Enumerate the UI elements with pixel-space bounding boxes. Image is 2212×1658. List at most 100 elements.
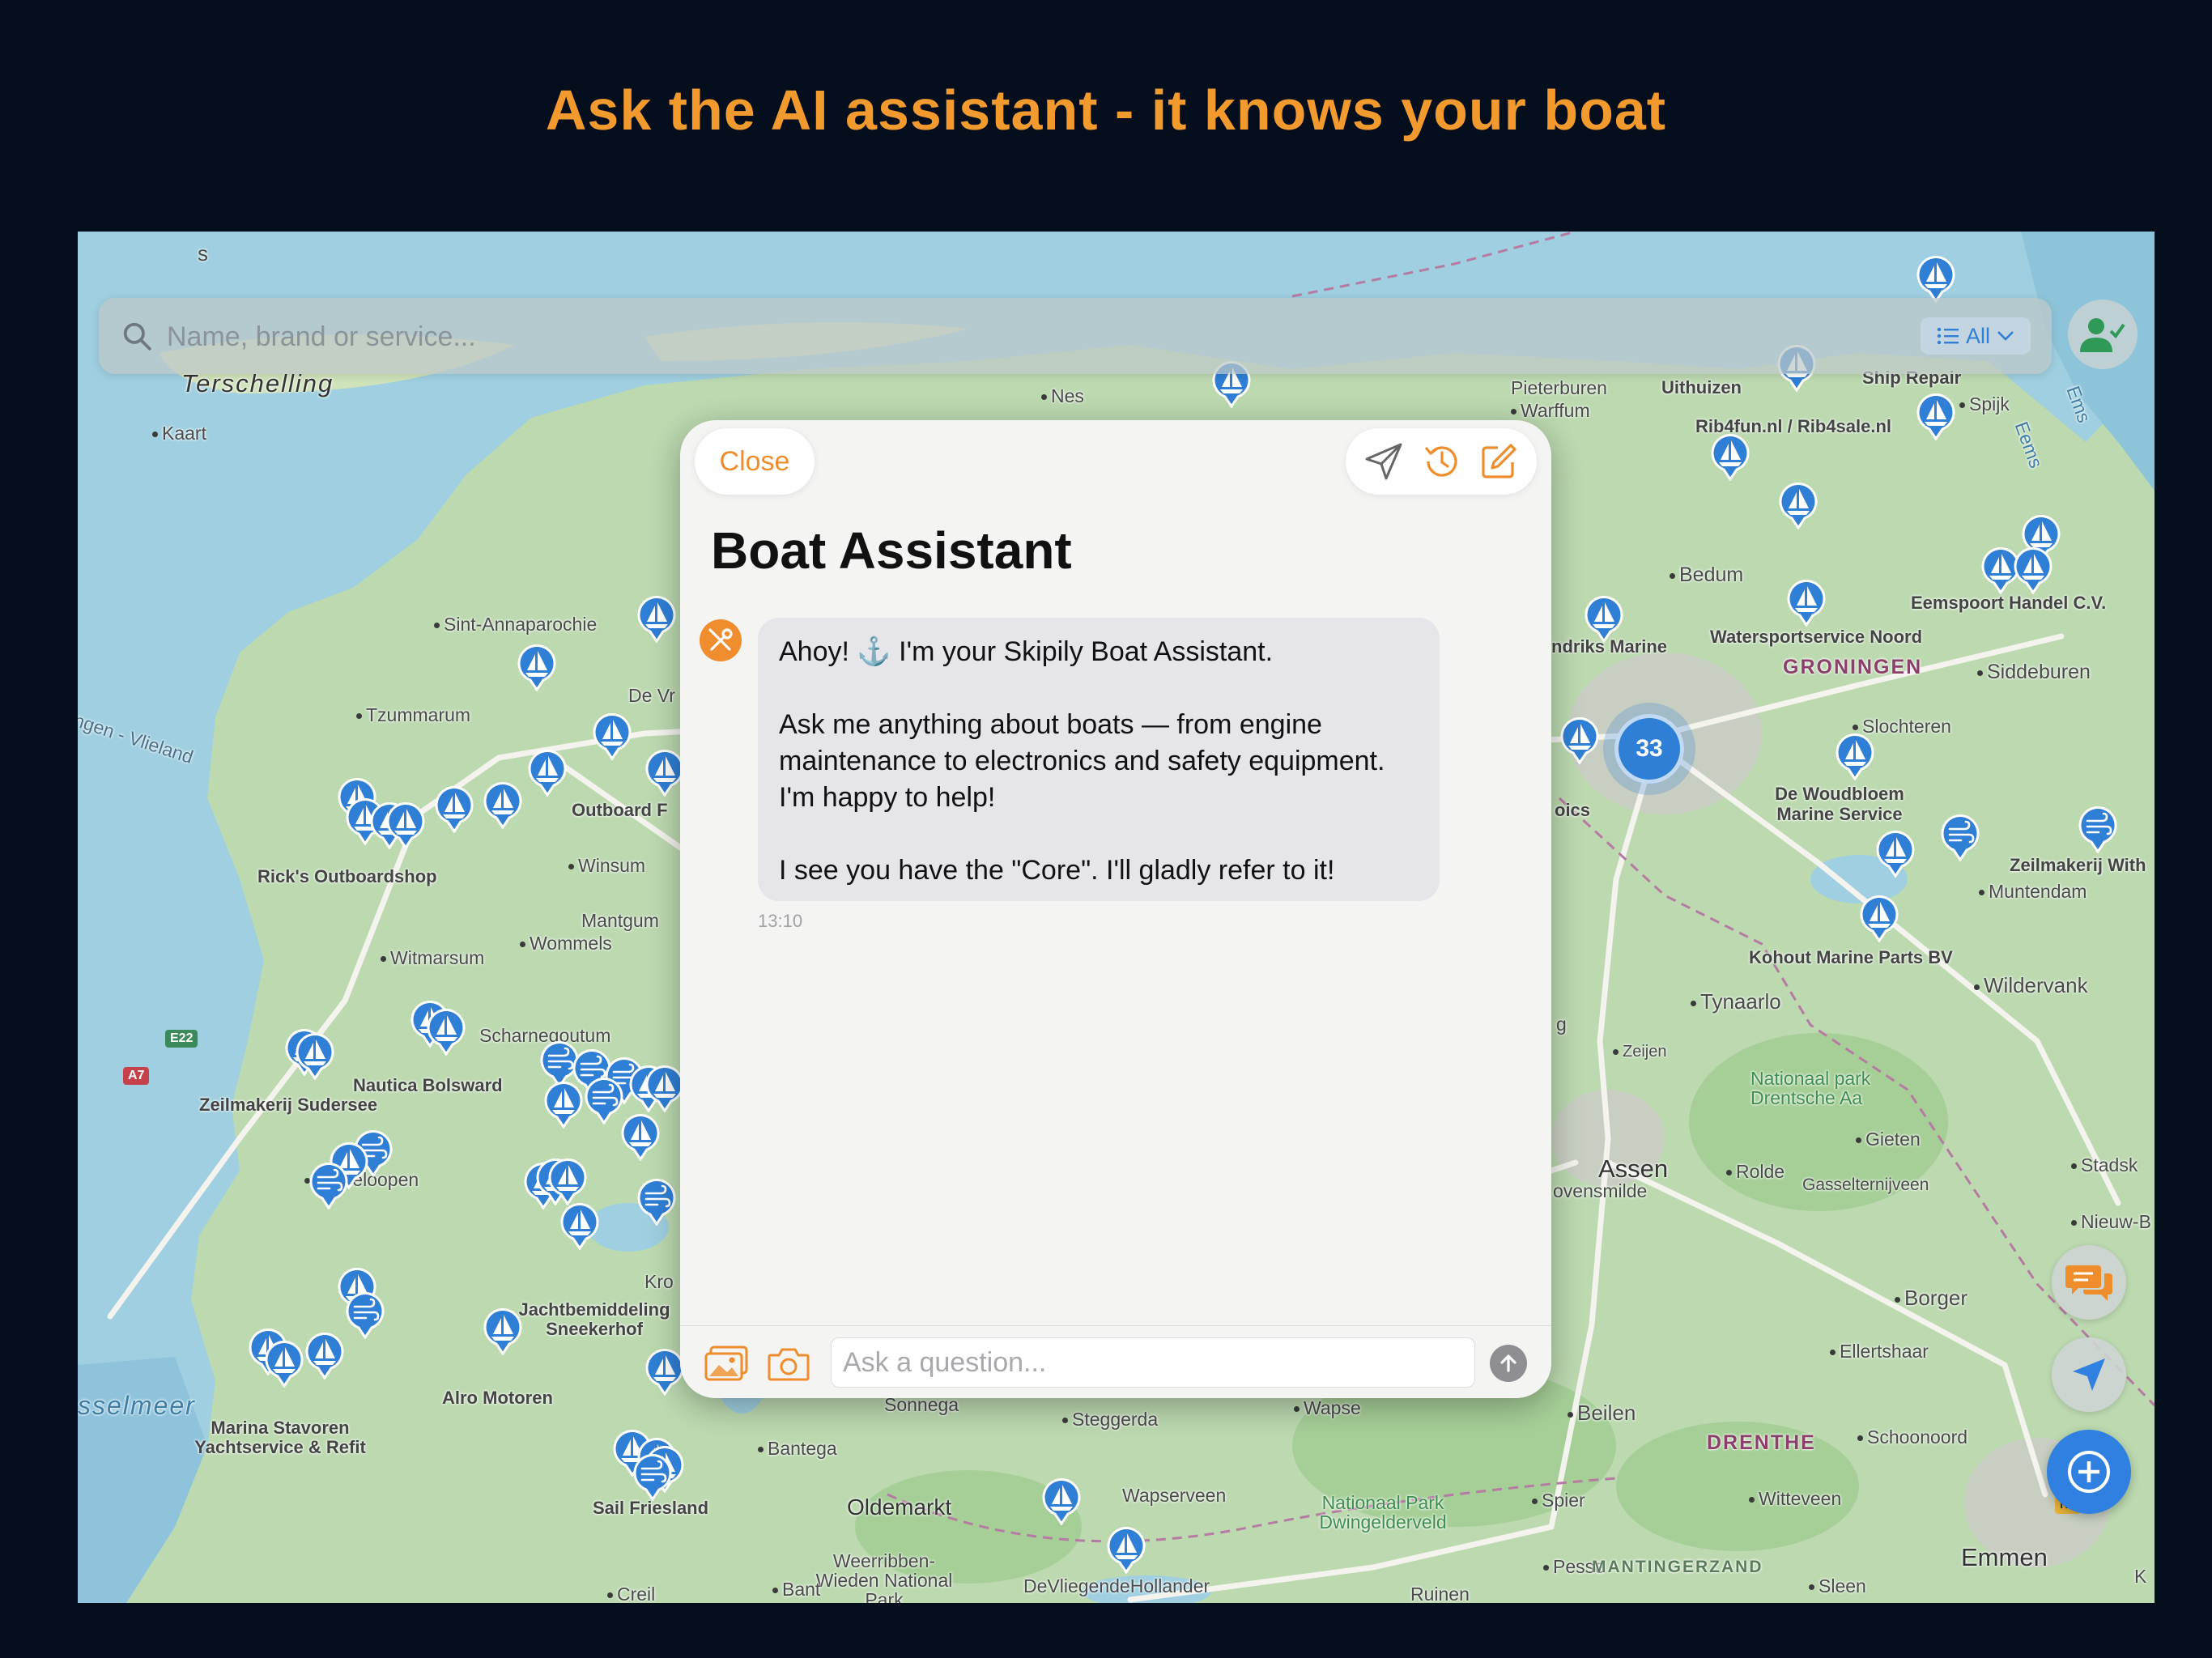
list-icon: [1937, 327, 1959, 345]
close-button[interactable]: Close: [695, 428, 815, 495]
sailboat-icon[interactable]: [547, 1158, 588, 1205]
map-label: GRONINGEN: [1783, 656, 1923, 678]
share-button[interactable]: [1359, 437, 1408, 486]
search-bar: All: [99, 298, 2052, 374]
map-label: oics: [1555, 800, 1591, 820]
sailboat-icon[interactable]: [1559, 717, 1600, 764]
map-label: Creil: [607, 1584, 655, 1603]
wind-icon[interactable]: [632, 1454, 673, 1501]
map-label: Eemspoort Handel C.V.: [1911, 593, 2107, 613]
wind-icon[interactable]: [1940, 814, 1980, 861]
sailboat-icon[interactable]: [1041, 1478, 1082, 1525]
wind-icon[interactable]: [2078, 806, 2118, 853]
filter-button[interactable]: All: [1921, 317, 2031, 355]
locate-button[interactable]: [2052, 1337, 2126, 1412]
sailboat-icon[interactable]: [264, 1341, 304, 1388]
photo-icon: [704, 1346, 748, 1381]
map-label: Watersportservice Noord: [1710, 627, 1923, 647]
app-screen: s Terschelling Kaart Nes Pieterburen War…: [78, 232, 2155, 1603]
sailboat-icon[interactable]: [483, 782, 523, 829]
sailboat-icon[interactable]: [304, 1333, 345, 1380]
sailboat-icon[interactable]: [527, 750, 568, 797]
map-label: Bedum: [1670, 563, 1743, 587]
sailboat-icon[interactable]: [434, 786, 474, 833]
map-label: Nes: [1041, 385, 1084, 407]
sailboat-icon[interactable]: [1859, 895, 1899, 942]
message-intro: Ask me anything about boats — from engin…: [779, 709, 1385, 813]
map-label: K: [2134, 1566, 2147, 1587]
map-label: Ruinen: [1410, 1584, 1470, 1603]
wind-icon[interactable]: [584, 1078, 624, 1124]
map-label: Kohout Marine Parts BV: [1749, 947, 1953, 967]
map-label: Wildervank: [1974, 973, 2088, 998]
send-icon: [1365, 443, 1402, 480]
wind-icon[interactable]: [308, 1163, 349, 1209]
map-label: Gieten: [1856, 1129, 1921, 1150]
profile-button[interactable]: [2068, 300, 2138, 369]
question-input[interactable]: [831, 1337, 1475, 1388]
history-button[interactable]: [1417, 437, 1465, 486]
photo-library-button[interactable]: [704, 1346, 748, 1385]
message-boat-note: I see you have the "Core". I'll gladly r…: [779, 855, 1335, 886]
map-label: Emmen: [1961, 1543, 2048, 1571]
map-label: Beilen: [1568, 1401, 1636, 1426]
new-chat-button[interactable]: [1474, 437, 1523, 486]
map-label: Wapserveen: [1122, 1485, 1227, 1506]
filter-label: All: [1965, 323, 1990, 348]
map-label: Gasselternijveen: [1802, 1175, 1929, 1194]
map-label: Pieterburen: [1511, 377, 1607, 398]
map-label: Tynaarlo: [1691, 989, 1781, 1014]
assistant-avatar: [700, 619, 742, 661]
plus-icon: [2068, 1451, 2110, 1493]
person-check-icon: [2080, 318, 2125, 352]
add-button[interactable]: [2047, 1430, 2131, 1514]
sailboat-icon[interactable]: [644, 1065, 685, 1112]
sailboat-icon[interactable]: [483, 1308, 523, 1355]
arrow-up-icon: [1500, 1354, 1516, 1372]
map-label: s: [198, 241, 208, 266]
sailboat-icon[interactable]: [644, 1349, 685, 1396]
sailboat-icon[interactable]: [2013, 547, 2053, 594]
map-label: Nieuw-B: [2071, 1211, 2151, 1233]
sailboat-icon[interactable]: [620, 1114, 661, 1161]
map-label: Zeilmakerij With: [2010, 855, 2146, 875]
wind-icon[interactable]: [345, 1292, 385, 1339]
sailboat-icon[interactable]: [1778, 483, 1819, 529]
message-input-bar: [680, 1325, 1551, 1398]
sailboat-icon[interactable]: [1584, 596, 1624, 643]
sailboat-icon[interactable]: [1875, 831, 1916, 878]
camera-button[interactable]: [768, 1346, 810, 1385]
sailboat-icon[interactable]: [559, 1203, 600, 1250]
tools-icon: [708, 628, 733, 651]
map-label: Schoonoord: [1857, 1426, 1967, 1448]
sailboat-icon[interactable]: [426, 1009, 466, 1056]
sailboat-icon[interactable]: [1106, 1527, 1146, 1574]
wind-icon[interactable]: [636, 1179, 677, 1226]
sailboat-icon[interactable]: [1916, 256, 1956, 303]
sailboat-icon[interactable]: [295, 1033, 335, 1080]
map-label: DRENTHE: [1707, 1431, 1816, 1454]
chat-button[interactable]: [2052, 1245, 2126, 1320]
sailboat-icon[interactable]: [1835, 733, 1875, 780]
sailboat-icon[interactable]: [644, 750, 685, 797]
marker-cluster[interactable]: 33: [1614, 714, 1684, 784]
search-icon: [123, 322, 151, 351]
sailboat-icon[interactable]: [1786, 580, 1827, 627]
map-label: Spijk: [1959, 393, 2010, 415]
sailboat-icon[interactable]: [636, 596, 677, 643]
map-label: Sleen: [1809, 1575, 1866, 1597]
sailboat-icon[interactable]: [543, 1082, 584, 1129]
sailboat-icon[interactable]: [1710, 434, 1750, 481]
sailboat-icon[interactable]: [385, 802, 426, 849]
map-label: Nationaal Park Dwingelderveld: [1319, 1492, 1447, 1533]
map-label: Witmarsum: [381, 947, 484, 969]
map-label: Weerribben-Wieden National Park: [815, 1550, 953, 1603]
search-input[interactable]: [165, 312, 1869, 361]
modal-title: Boat Assistant: [711, 521, 1072, 580]
sailboat-icon[interactable]: [517, 644, 557, 691]
sailboat-icon[interactable]: [592, 713, 632, 760]
chevron-down-icon: [1997, 331, 2014, 341]
sailboat-icon[interactable]: [1916, 393, 1956, 440]
map-label: Borger: [1895, 1286, 1967, 1311]
send-button[interactable]: [1490, 1345, 1527, 1382]
